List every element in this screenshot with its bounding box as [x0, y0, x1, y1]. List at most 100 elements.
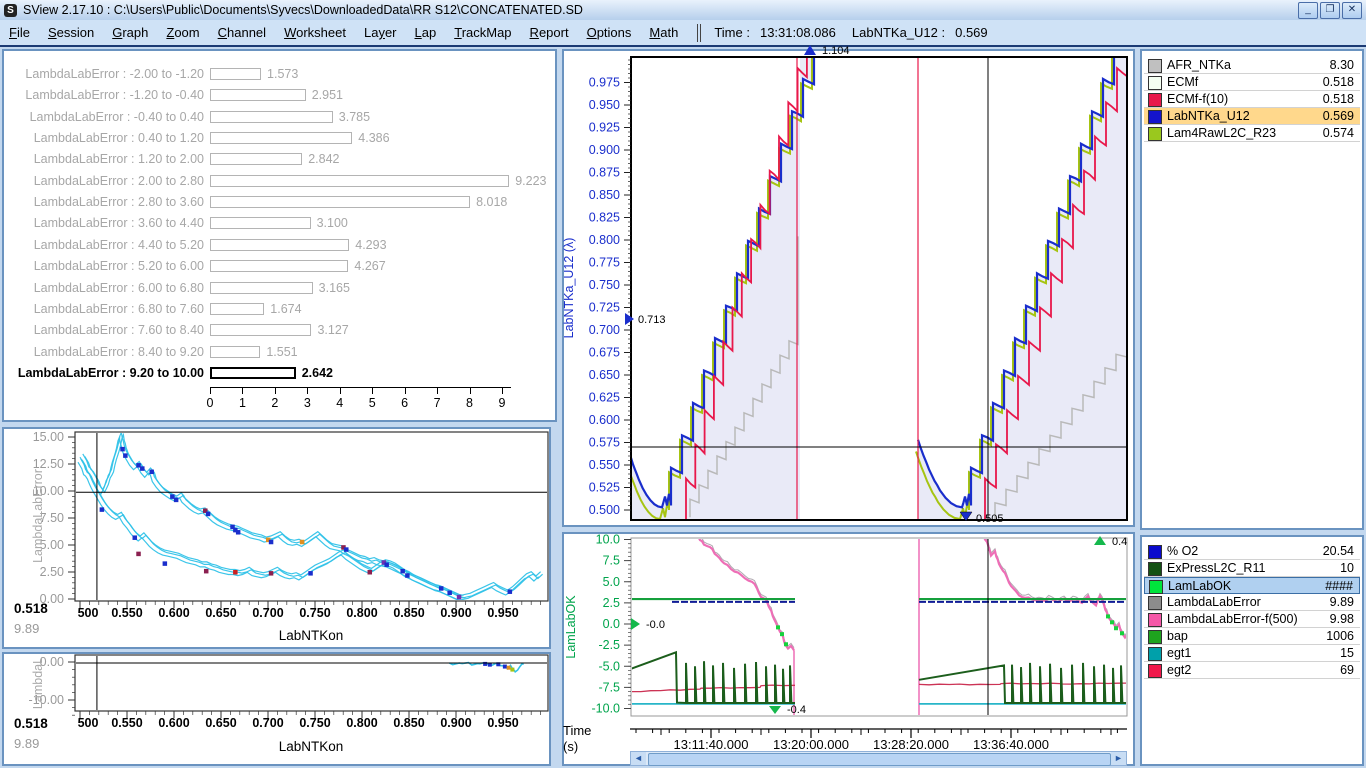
- histogram-row-value: 2.642: [302, 363, 333, 384]
- histogram-row[interactable]: LambdaLabError : 0.40 to 1.204.386: [4, 128, 549, 149]
- histogram-row[interactable]: LambdaLabError : 6.80 to 7.601.674: [4, 299, 549, 320]
- minimize-button[interactable]: _: [1298, 2, 1318, 19]
- histogram-row-value: 3.100: [317, 213, 348, 234]
- histogram-row[interactable]: LambdaLabError : -2.00 to -1.20 1.573: [4, 64, 549, 85]
- app-icon: S: [4, 4, 17, 17]
- channel-name: LambdaLabError: [1167, 594, 1261, 611]
- histogram-row-value: 1.551: [266, 342, 297, 363]
- histogram-row-value: 3.785: [339, 107, 370, 128]
- mini-chart-panel: [2, 652, 551, 766]
- histogram-axis-tick: 7: [427, 396, 447, 410]
- histogram-bar: [210, 175, 509, 187]
- status-channel-label: LabNTKa_U12 :: [847, 25, 950, 40]
- menu-lap[interactable]: Lap: [406, 25, 446, 40]
- histogram-bar: [210, 303, 264, 315]
- restore-button[interactable]: ❐: [1320, 2, 1340, 19]
- menu-channel[interactable]: Channel: [209, 25, 275, 40]
- channel-row-ecmf-f-10-[interactable]: ECMf-f(10)0.518: [1144, 91, 1360, 108]
- channel-value: 0.569: [1323, 108, 1354, 125]
- channel-row-labntka-u12[interactable]: LabNTKa_U12 0.569: [1144, 108, 1360, 125]
- histogram-row[interactable]: LambdaLabError : 5.20 to 6.004.267: [4, 256, 549, 277]
- histogram-row[interactable]: LambdaLabError : 8.40 to 9.201.551: [4, 342, 549, 363]
- menu-report[interactable]: Report: [521, 25, 578, 40]
- menu-separator: [697, 24, 701, 42]
- histogram-row-label: LambdaLabError : 9.20 to 10.00: [4, 363, 204, 384]
- histogram-axis-tick: 2: [265, 396, 285, 410]
- channel-list-bottom-panel: % O220.54ExPressL2C_R1110LamLabOK####Lam…: [1140, 535, 1364, 766]
- menu-graph[interactable]: Graph: [103, 25, 157, 40]
- menu-zoom[interactable]: Zoom: [157, 25, 208, 40]
- histogram-row[interactable]: LambdaLabError : 2.00 to 2.809.223: [4, 171, 549, 192]
- channel-row-bap[interactable]: bap1006: [1144, 628, 1360, 645]
- channel-row-egt2[interactable]: egt269: [1144, 662, 1360, 679]
- channel-value: ####: [1325, 578, 1353, 595]
- status-time-value: 13:31:08.086: [755, 25, 841, 40]
- time-scrollbar[interactable]: ◄ ►: [630, 751, 1127, 766]
- histogram-axis-tick: 6: [395, 396, 415, 410]
- histogram-row-label: LambdaLabError : 4.40 to 5.20: [4, 235, 204, 256]
- scrollbar-thumb[interactable]: [648, 753, 1111, 766]
- menu-file[interactable]: File: [0, 25, 39, 40]
- histogram-row[interactable]: LambdaLabError : 3.60 to 4.403.100: [4, 213, 549, 234]
- channel-row-ecmf[interactable]: ECMf0.518: [1144, 74, 1360, 91]
- menu-worksheet[interactable]: Worksheet: [275, 25, 355, 40]
- histogram-row-value: 8.018: [476, 192, 507, 213]
- histogram-bar: [210, 132, 352, 144]
- histogram-row[interactable]: LambdaLabError : 7.60 to 8.403.127: [4, 320, 549, 341]
- channel-color-swatch: [1148, 545, 1162, 559]
- histogram-row[interactable]: LambdaLabError : 4.40 to 5.20 4.293: [4, 235, 549, 256]
- channel-row-egt1[interactable]: egt115: [1144, 645, 1360, 662]
- histogram-bar: [210, 260, 348, 272]
- main-chart-panel: [562, 49, 1135, 527]
- channel-row-expressl2c-r11[interactable]: ExPressL2C_R1110: [1144, 560, 1360, 577]
- histogram-row[interactable]: LambdaLabError : -0.40 to 0.403.785: [4, 107, 549, 128]
- scroll-left-arrow-icon[interactable]: ◄: [631, 752, 646, 765]
- histogram-row[interactable]: LambdaLabError : 1.20 to 2.00 2.842: [4, 149, 549, 170]
- histogram-row-value: 4.267: [354, 256, 385, 277]
- histogram-row-label: LambdaLabError : -1.20 to -0.40: [4, 85, 204, 106]
- scroll-right-arrow-icon[interactable]: ►: [1111, 752, 1126, 765]
- menu-math[interactable]: Math: [640, 25, 687, 40]
- channel-row--o2[interactable]: % O220.54: [1144, 543, 1360, 560]
- channel-value: 9.98: [1330, 611, 1354, 628]
- histogram-row[interactable]: LambdaLabError : 9.20 to 10.00 2.642: [4, 363, 549, 384]
- channel-name: ECMf-f(10): [1167, 91, 1228, 108]
- channel-color-swatch: [1148, 664, 1162, 678]
- channel-row-lambdalaberror-f-500-[interactable]: LambdaLabError-f(500)9.98: [1144, 611, 1360, 628]
- histogram-row-value: 2.842: [308, 149, 339, 170]
- channel-color-swatch: [1148, 562, 1162, 576]
- channel-row-lambdalaberror[interactable]: LambdaLabError9.89: [1144, 594, 1360, 611]
- channel-row-lam4rawl2c-r23[interactable]: Lam4RawL2C_R230.574: [1144, 125, 1360, 142]
- sview-window: S SView 2.17.10 : C:\Users\Public\Docume…: [0, 0, 1366, 768]
- menu-options[interactable]: Options: [578, 25, 641, 40]
- histogram-row[interactable]: LambdaLabError : 2.80 to 3.608.018: [4, 192, 549, 213]
- histogram-panel: LambdaLabError : -2.00 to -1.201.573Lamb…: [2, 49, 557, 422]
- channel-name: Lam4RawL2C_R23: [1167, 125, 1276, 142]
- histogram-bar: [210, 68, 261, 80]
- channel-name: bap: [1167, 628, 1188, 645]
- scatter-panel: [2, 427, 551, 649]
- histogram-row-label: LambdaLabError : 1.20 to 2.00: [4, 149, 204, 170]
- menu-trackmap[interactable]: TrackMap: [445, 25, 520, 40]
- histogram-row-label: LambdaLabError : -2.00 to -1.20: [4, 64, 204, 85]
- status-time-label: Time :: [709, 25, 755, 40]
- channel-row-afr-ntka[interactable]: AFR_NTKa8.30: [1144, 57, 1360, 74]
- channel-name: LabNTKa_U12: [1167, 108, 1250, 125]
- channel-name: % O2: [1167, 543, 1198, 560]
- histogram-row-value: 1.573: [267, 64, 298, 85]
- histogram-row-value: 4.293: [355, 235, 386, 256]
- menu-layer[interactable]: Layer: [355, 25, 406, 40]
- histogram-row[interactable]: LambdaLabError : -1.20 to -0.402.951: [4, 85, 549, 106]
- lamlabok-panel: [562, 532, 1135, 766]
- channel-value: 15: [1340, 645, 1354, 662]
- menu-session[interactable]: Session: [39, 25, 103, 40]
- close-button[interactable]: ✕: [1342, 2, 1362, 19]
- window-buttons: _❐✕: [1298, 2, 1366, 19]
- histogram-row[interactable]: LambdaLabError : 6.00 to 6.803.165: [4, 278, 549, 299]
- channel-name: AFR_NTKa: [1167, 57, 1231, 74]
- histogram-bar: [210, 153, 302, 165]
- channel-row-lamlabok[interactable]: LamLabOK####: [1144, 577, 1360, 594]
- histogram-bar: [210, 89, 306, 101]
- histogram-bar: [210, 111, 333, 123]
- histogram-row-value: 4.386: [358, 128, 389, 149]
